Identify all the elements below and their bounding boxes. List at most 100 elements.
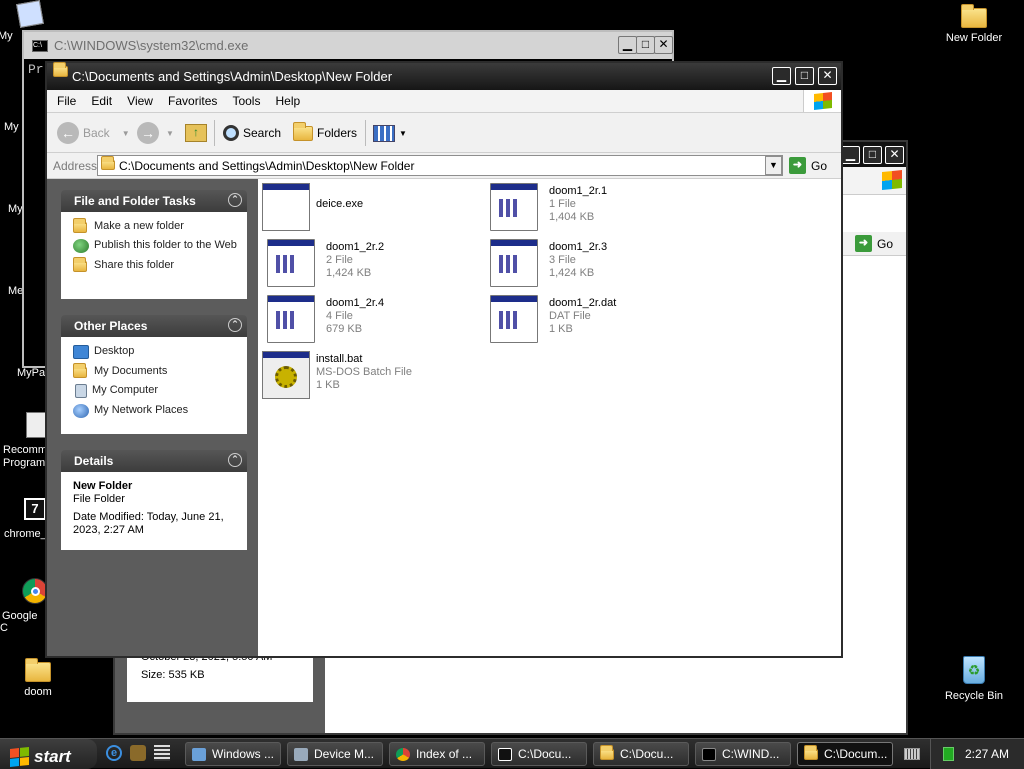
taskbar-button-7zip-docu[interactable]: C:\Docu...	[491, 742, 587, 766]
my-documents-link[interactable]: My Documents	[73, 363, 237, 378]
my-network-places-link[interactable]: My Network Places	[73, 404, 237, 418]
folder-icon	[53, 62, 68, 77]
taskbar-button-index-of[interactable]: Index of ...	[389, 742, 485, 766]
forward-button[interactable]: → ▼	[137, 121, 174, 145]
share-folder-link[interactable]: Share this folder	[73, 257, 237, 272]
collapse-chevron-icon[interactable]: ⌃	[228, 453, 242, 467]
taskbar-button-windows[interactable]: Windows ...	[185, 742, 281, 766]
panel-header[interactable]: Details ⌃	[61, 450, 247, 472]
details-size: Size: 535 KB	[141, 669, 205, 681]
go-button[interactable]: ➜ Go	[789, 157, 827, 174]
taskbar-button-folder-docu[interactable]: C:\Docu...	[593, 742, 689, 766]
file-item-install-bat[interactable]: install.bat MS-DOS Batch File 1 KB	[262, 351, 472, 401]
desktop-icon-label: Google C	[0, 610, 38, 634]
menu-favorites[interactable]: Favorites	[162, 90, 223, 108]
battery-icon[interactable]	[943, 747, 954, 761]
folders-label: Folders	[317, 126, 358, 140]
maximize-button[interactable]: □	[636, 36, 655, 54]
file-name: doom1_2r.4	[326, 297, 385, 309]
file-size: 1,404 KB	[549, 211, 595, 223]
file-item-doom1-2r-3[interactable]: doom1_2r.3 3 File 1,424 KB	[485, 239, 695, 289]
address-dropdown-button[interactable]: ▼	[765, 156, 782, 175]
close-button[interactable]: ✕	[818, 67, 837, 85]
menu-help[interactable]: Help	[270, 90, 307, 108]
folder-icon	[25, 658, 51, 682]
file-type: MS-DOS Batch File	[316, 366, 412, 378]
link-label: Share this folder	[94, 259, 175, 271]
file-folder-tasks-panel: File and Folder Tasks ⌃ Make a new folde…	[61, 190, 247, 299]
publish-folder-link[interactable]: Publish this folder to the Web	[73, 239, 237, 253]
generic-file-icon	[267, 239, 315, 287]
desktop-icon-label: chrome_	[4, 528, 47, 540]
windows-flag-icon	[10, 746, 29, 767]
panel-title: Other Places	[74, 319, 148, 333]
back-button[interactable]: ← Back ▼	[57, 121, 130, 145]
maximize-button[interactable]: □	[795, 67, 814, 85]
explorer-window[interactable]: C:\Documents and Settings\Admin\Desktop\…	[45, 61, 843, 658]
desktop-icon-recycle-bin[interactable]: ♻ Recycle Bin	[936, 656, 1012, 702]
file-item-doom1-2r-2[interactable]: doom1_2r.2 2 File 1,424 KB	[262, 239, 472, 289]
address-input[interactable]: C:\Documents and Settings\Admin\Desktop\…	[97, 155, 783, 176]
desktop-icon-chrome-zip[interactable]: 7 chrome_	[0, 498, 48, 540]
file-item-doom1-2r-4[interactable]: doom1_2r.4 4 File 679 KB	[262, 295, 472, 345]
maximize-button[interactable]: □	[863, 146, 882, 164]
taskbar-button-device-manager[interactable]: Device M...	[287, 742, 383, 766]
explorer-titlebar[interactable]: C:\Documents and Settings\Admin\Desktop\…	[47, 62, 841, 90]
cmd-output[interactable]: Pr	[28, 62, 44, 77]
clock[interactable]: 2:27 AM	[965, 747, 1009, 761]
menu-edit[interactable]: Edit	[85, 90, 118, 108]
menu-tools[interactable]: Tools	[226, 90, 266, 108]
panel-title: Details	[74, 454, 114, 468]
file-item-doom1-2r-dat[interactable]: doom1_2r.dat DAT File 1 KB	[485, 295, 695, 345]
share-folder-icon	[73, 257, 87, 272]
close-button[interactable]: ✕	[885, 146, 904, 164]
archive-7z-icon: 7	[24, 498, 46, 520]
file-item-doom1-2r-1[interactable]: doom1_2r.1 1 File 1,404 KB	[485, 183, 695, 233]
taskbar-button-active-folder[interactable]: C:\Docum...	[797, 742, 893, 766]
desktop-icon-label: New Folder	[945, 32, 1003, 44]
cmd-titlebar[interactable]: C:\ C:\WINDOWS\system32\cmd.exe ▁ □ ✕	[24, 32, 673, 59]
generic-file-icon	[267, 295, 315, 343]
file-item-deice-exe[interactable]: deice.exe	[262, 183, 472, 233]
details-panel: Details ⌃ New Folder File Folder Date Mo…	[61, 450, 247, 550]
desktop-icon-left-5[interactable]: MyPa	[0, 367, 46, 379]
close-button[interactable]: ✕	[654, 36, 673, 54]
keyboard-icon[interactable]	[904, 748, 920, 760]
collapse-chevron-icon[interactable]: ⌃	[228, 193, 242, 207]
go-arrow-icon: ➜	[789, 157, 806, 174]
minimize-button[interactable]: ▁	[772, 67, 791, 85]
start-button[interactable]: start	[0, 739, 97, 769]
make-new-folder-link[interactable]: Make a new folder	[73, 218, 237, 233]
folders-button[interactable]: Folders	[293, 121, 357, 145]
taskbar-button-cmd[interactable]: C:\WIND...	[695, 742, 791, 766]
forward-arrow-icon: →	[137, 122, 159, 144]
up-folder-button[interactable]: ↑	[185, 121, 207, 145]
search-button[interactable]: Search	[223, 121, 281, 145]
panel-body: Make a new folder Publish this folder to…	[61, 212, 247, 299]
views-button[interactable]: ▼	[373, 121, 407, 145]
film-strip-icon[interactable]	[154, 745, 170, 761]
file-size: 679 KB	[326, 323, 363, 335]
desktop-icon-google-chrome[interactable]: Google C	[0, 578, 48, 634]
go-button[interactable]: ➜ Go	[855, 235, 893, 252]
menu-view[interactable]: View	[121, 90, 159, 108]
panel-header[interactable]: File and Folder Tasks ⌃	[61, 190, 247, 212]
media-player-icon[interactable]	[130, 745, 146, 761]
desktop-icon-new-folder[interactable]: New Folder	[936, 2, 1012, 44]
task-pane: File and Folder Tasks ⌃ Make a new folde…	[47, 179, 258, 656]
my-computer-link[interactable]: My Computer	[73, 384, 237, 398]
minimize-button[interactable]: ▁	[618, 36, 637, 54]
link-label: Make a new folder	[94, 220, 184, 232]
collapse-chevron-icon[interactable]: ⌃	[228, 318, 242, 332]
internet-explorer-icon[interactable]: e	[106, 745, 122, 761]
desktop-link[interactable]: Desktop	[73, 345, 237, 359]
desktop-icon-recommended[interactable]: Recomm Program	[0, 412, 48, 470]
panel-header[interactable]: Other Places ⌃	[61, 315, 247, 337]
exe-window-icon	[262, 183, 310, 231]
menu-file[interactable]: File	[47, 90, 82, 108]
minimize-button[interactable]: ▁	[841, 146, 860, 164]
folder-icon	[101, 156, 115, 170]
panel-body: New Folder File Folder Date Modified: To…	[61, 472, 247, 550]
desktop-icon-doom[interactable]: doom	[0, 656, 76, 698]
windows-logo-icon	[803, 90, 841, 112]
